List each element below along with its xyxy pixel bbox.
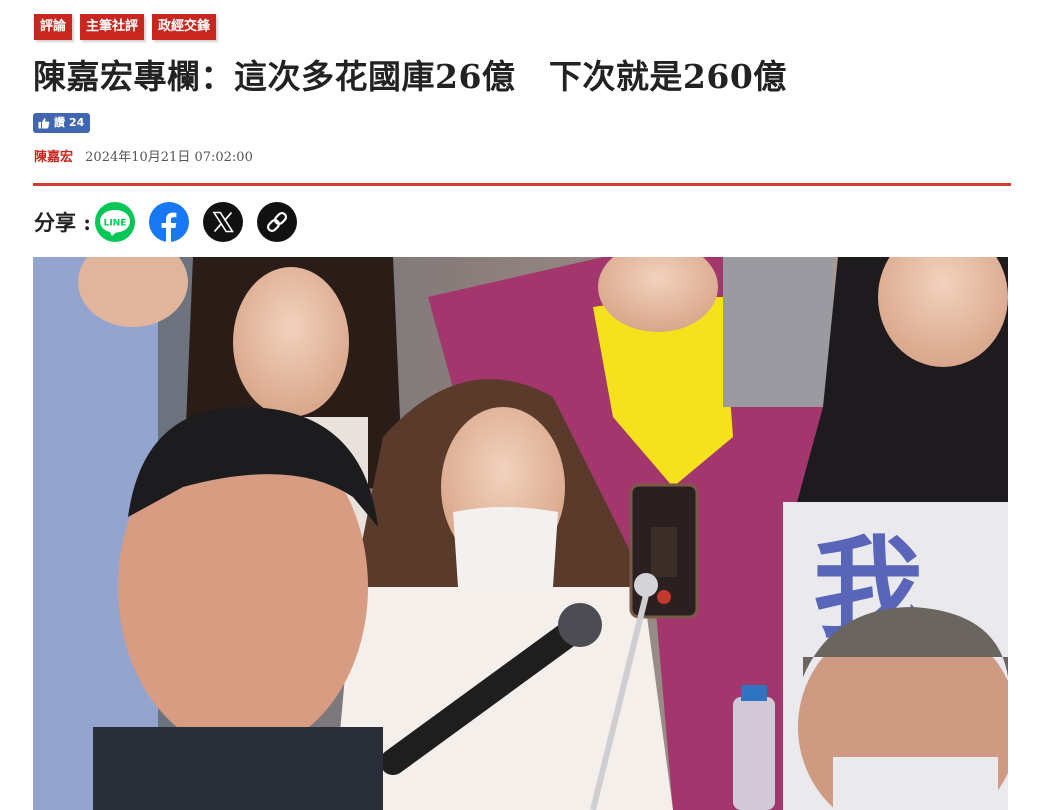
share-facebook-button[interactable] xyxy=(149,202,190,242)
tag-politics-economy[interactable]: 政經交鋒 xyxy=(152,14,217,40)
share-bar: 分享 : LINE xyxy=(34,202,311,242)
line-icon: LINE xyxy=(100,210,131,236)
like-count: 24 xyxy=(69,116,85,129)
author-name[interactable]: 陳嘉宏 xyxy=(34,150,73,165)
line-logo-text: LINE xyxy=(104,219,127,229)
article-photo: 我 xyxy=(33,257,1008,810)
tag-editorial[interactable]: 主筆社評 xyxy=(80,14,145,40)
copy-link-button[interactable] xyxy=(257,202,298,242)
share-x-button[interactable] xyxy=(203,202,244,242)
article-title: 陳嘉宏專欄：這次多花國庫26億 下次就是260億 xyxy=(33,57,787,96)
thumbs-up-icon xyxy=(38,118,50,129)
x-icon xyxy=(212,211,235,233)
share-label: 分享 : xyxy=(34,210,92,235)
facebook-like-button[interactable]: 讚 24 xyxy=(33,113,91,133)
header-divider xyxy=(33,183,1011,186)
link-icon xyxy=(267,211,288,233)
share-line-button[interactable]: LINE xyxy=(95,202,136,242)
tag-commentary[interactable]: 評論 xyxy=(34,14,73,40)
category-tags: 評論 主筆社評 政經交鋒 xyxy=(34,14,217,40)
facebook-icon xyxy=(161,212,177,242)
article-meta: 陳嘉宏 2024年10月21日 07:02:00 xyxy=(34,146,253,165)
publish-datetime: 2024年10月21日 07:02:00 xyxy=(85,150,253,165)
like-label: 讚 xyxy=(54,116,65,129)
